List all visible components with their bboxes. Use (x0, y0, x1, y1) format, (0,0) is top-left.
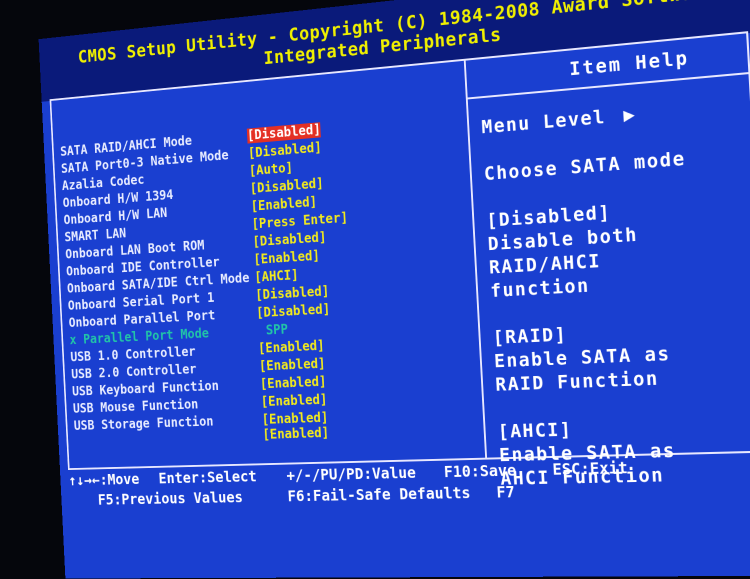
setting-value[interactable]: [AHCI] (254, 268, 299, 286)
setting-value[interactable]: [Enabled] (260, 374, 327, 392)
key-save: F10:Save (443, 460, 517, 482)
key-optimized: F7 (495, 482, 516, 502)
key-fail-safe: F6:Fail-Safe Defaults (287, 483, 471, 506)
key-value: +/-/PU/PD:Value (286, 463, 417, 485)
setting-value[interactable]: [Enabled] (258, 338, 325, 356)
help-text: Choose SATA mode [Disabled] Disable both RA… (483, 147, 704, 491)
bios-screen: CMOS Setup Utility - Copyright (C) 1984-… (38, 0, 750, 579)
arrow-right-icon: ▶ (622, 103, 637, 127)
key-exit: ESC:Exit (551, 458, 629, 479)
key-enter: Enter:Select (158, 467, 258, 488)
setting-value-extra[interactable]: [Enabled] (262, 426, 329, 443)
key-previous-values: F5:Previous Values (97, 488, 244, 509)
item-help-content: Menu Level ▶ Choose SATA mode [Disabled] Di… (481, 98, 704, 490)
setting-value[interactable]: [Enabled] (259, 356, 326, 374)
setting-value: SPP (265, 322, 289, 339)
setting-value[interactable]: [Enabled] (261, 392, 328, 410)
key-move: ↑↓→←:Move (68, 470, 140, 489)
